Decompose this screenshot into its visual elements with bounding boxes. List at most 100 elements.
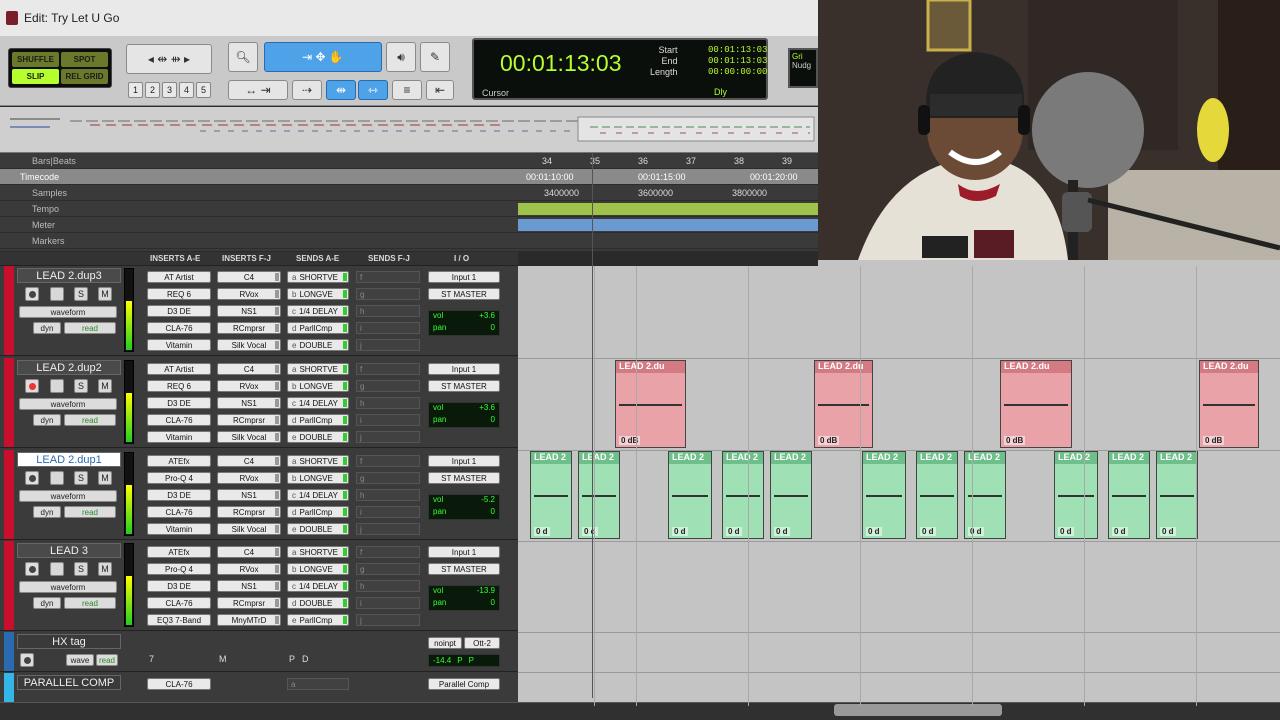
send-slot[interactable]: b LONGVE	[287, 472, 349, 484]
send-slot[interactable]: d ParllCmp	[287, 414, 349, 426]
audio-clip[interactable]: LEAD 2 0 d	[1108, 451, 1150, 539]
insert-slot-fj[interactable]: C4	[217, 271, 281, 283]
volume-pan-display[interactable]: vol -13.9 pan 0	[428, 585, 500, 611]
send-slot-fj[interactable]: j	[356, 339, 420, 351]
send-slot[interactable]: a SHORTVE	[287, 271, 349, 283]
send-slot-fj[interactable]: h	[356, 580, 420, 592]
insert-slot-ae[interactable]: REQ 6	[147, 288, 211, 300]
insert-slot-fj[interactable]: NS1	[217, 580, 281, 592]
insert-slot-fj[interactable]: RVox	[217, 563, 281, 575]
volume-value[interactable]: -5.2	[481, 495, 495, 507]
track-name[interactable]: PARALLEL COMP	[17, 675, 121, 690]
track-view-selector[interactable]: wave	[66, 654, 94, 666]
track-name[interactable]: LEAD 2.dup3	[17, 268, 121, 283]
insert-slot-ae[interactable]: CLA-76	[147, 414, 211, 426]
volume-value[interactable]: -14.4	[433, 656, 451, 665]
pan-left-value[interactable]: P	[457, 656, 462, 665]
track-name[interactable]: LEAD 2.dup1	[17, 452, 121, 467]
link-timeline-button[interactable]: ⇤	[426, 80, 454, 100]
mute-button[interactable]: M	[98, 287, 112, 301]
smart-tool[interactable]: ⇥ ✥ ✋	[264, 42, 382, 72]
insert-slot-fj[interactable]: RCmprsr	[217, 597, 281, 609]
record-enable-button[interactable]	[25, 562, 39, 576]
playlist-dyn-button[interactable]: dyn	[33, 414, 61, 426]
insert-slot-ae[interactable]: AT Artist	[147, 271, 211, 283]
send-slot-fj[interactable]: j	[356, 431, 420, 443]
track-view-selector[interactable]: waveform	[19, 581, 117, 593]
solo-button[interactable]: S	[74, 471, 88, 485]
mirror-midi-button[interactable]: ⇿	[358, 80, 388, 100]
insert-slot-fj[interactable]: RCmprsr	[217, 506, 281, 518]
insert-slot-ae[interactable]: CLA-76	[147, 678, 211, 690]
pan-value[interactable]: 0	[491, 598, 495, 610]
send-slot[interactable]: c 1/4 DELAY	[287, 489, 349, 501]
input-selector[interactable]: Input 1	[428, 363, 500, 375]
playlist-dyn-button[interactable]: dyn	[33, 506, 61, 518]
ruler-markers[interactable]: Markers	[0, 233, 818, 249]
playlist-dyn-button[interactable]: dyn	[33, 322, 61, 334]
send-slot-fj[interactable]: i	[356, 414, 420, 426]
audio-clip[interactable]: LEAD 2 0 d	[1054, 451, 1098, 539]
automation-mode-selector[interactable]: read	[96, 654, 118, 666]
audio-clip[interactable]: LEAD 2 0 d	[722, 451, 764, 539]
send-slot[interactable]: b LONGVE	[287, 380, 349, 392]
insert-slot-fj[interactable]: C4	[217, 455, 281, 467]
insert-slot-fj[interactable]: C4	[217, 546, 281, 558]
edit-options-group[interactable]: ↔ ⇥	[228, 80, 288, 100]
output-selector[interactable]: Ott-2	[464, 637, 500, 649]
audio-clip[interactable]: LEAD 2 0 d	[862, 451, 906, 539]
send-slot[interactable]: e DOUBLE	[287, 339, 349, 351]
track-view-selector[interactable]: waveform	[19, 398, 117, 410]
grid-nudge-panel[interactable]: Gri Nudg	[788, 48, 818, 88]
input-monitor-button[interactable]	[50, 471, 64, 485]
send-slot-fj[interactable]: g	[356, 563, 420, 575]
zoomer-tool[interactable]: 🔍︎	[228, 42, 258, 72]
send-slot[interactable]: c 1/4 DELAY	[287, 305, 349, 317]
length-value[interactable]: 00:00:00:00	[708, 67, 767, 78]
automation-mode-selector[interactable]: read	[64, 506, 116, 518]
insert-slot-fj[interactable]: NS1	[217, 305, 281, 317]
insertion-follows-button[interactable]: ≡	[392, 80, 422, 100]
solo-button[interactable]: S	[74, 287, 88, 301]
send-slot-fj[interactable]: g	[356, 288, 420, 300]
insert-slot-ae[interactable]: D3 DE	[147, 397, 211, 409]
send-slot[interactable]: d DOUBLE	[287, 597, 349, 609]
automation-mode-selector[interactable]: read	[64, 322, 116, 334]
zoom-preset-4[interactable]: 4	[179, 82, 194, 98]
audio-clip[interactable]: LEAD 2.du 0 dB	[1000, 360, 1072, 448]
insert-slot-fj[interactable]: RCmprsr	[217, 322, 281, 334]
insert-slot-fj[interactable]: Silk Vocal	[217, 339, 281, 351]
insert-slot-ae[interactable]: D3 DE	[147, 489, 211, 501]
audio-clip[interactable]: LEAD 2 0 d	[1156, 451, 1198, 539]
send-slot[interactable]: b LONGVE	[287, 288, 349, 300]
insert-slot-fj[interactable]: RVox	[217, 380, 281, 392]
audio-clip[interactable]: LEAD 2 0 d	[770, 451, 812, 539]
audio-clip[interactable]: LEAD 2.du 0 dB	[814, 360, 873, 448]
pan-value[interactable]: 0	[491, 415, 495, 427]
track-name[interactable]: LEAD 2.dup2	[17, 360, 121, 375]
send-slot-fj[interactable]: j	[356, 614, 420, 626]
automation-mode-selector[interactable]: read	[64, 597, 116, 609]
insert-slot-fj[interactable]: C4	[217, 363, 281, 375]
send-slot[interactable]: a SHORTVE	[287, 455, 349, 467]
insert-slot-ae[interactable]: CLA-76	[147, 322, 211, 334]
input-selector[interactable]: noinpt	[428, 637, 462, 649]
link-option[interactable]: ⇢	[292, 80, 322, 100]
mute-button[interactable]: M	[98, 471, 112, 485]
send-slot-fj[interactable]: i	[356, 597, 420, 609]
shuffle-mode-button[interactable]: SHUFFLE	[12, 52, 59, 67]
spot-mode-button[interactable]: SPOT	[61, 52, 108, 67]
send-slot[interactable]: a SHORTVE	[287, 546, 349, 558]
insert-slot-ae[interactable]: CLA-76	[147, 506, 211, 518]
ruler-samples[interactable]: Samples 3400000 3600000 3800000	[0, 185, 818, 201]
send-slot[interactable]: b LONGVE	[287, 563, 349, 575]
volume-pan-display[interactable]: -14.4 P P	[428, 654, 500, 667]
send-slot[interactable]: e ParllCmp	[287, 614, 349, 626]
send-slot[interactable]: c 1/4 DELAY	[287, 397, 349, 409]
ruler-tempo[interactable]: Tempo	[0, 201, 818, 217]
speaker-tool[interactable]: 🔊︎	[386, 42, 416, 72]
tab-to-transient-button[interactable]: ⇹	[326, 80, 356, 100]
insert-slot-ae[interactable]: REQ 6	[147, 380, 211, 392]
main-counter[interactable]: 00:01:13:03 Start End Length 00:01:13:03…	[472, 38, 768, 100]
input-selector[interactable]: Input 1	[428, 455, 500, 467]
